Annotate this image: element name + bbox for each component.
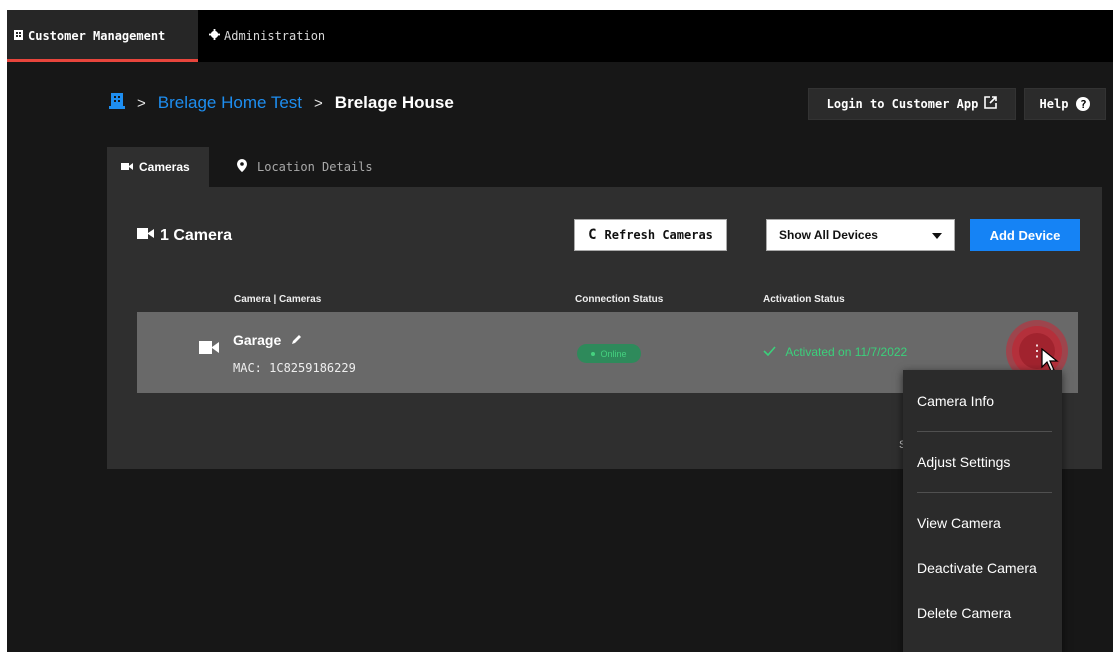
camera-mac: MAC: 1C8259186229 (233, 361, 356, 375)
pencil-icon[interactable] (291, 332, 302, 348)
breadcrumb-link[interactable]: Brelage Home Test (158, 93, 302, 113)
column-header-activation: Activation Status (763, 294, 845, 305)
button-label: Add Device (989, 227, 1061, 243)
camera-icon (199, 340, 219, 360)
add-device-button[interactable]: Add Device (970, 219, 1080, 251)
button-label: Refresh Cameras (604, 228, 713, 242)
status-badge: Online (577, 344, 641, 363)
camera-count-label: 1 Camera (160, 227, 233, 244)
status-label: Online (600, 348, 627, 359)
location-pin-icon (237, 159, 247, 175)
chevron-down-icon (932, 228, 942, 242)
device-filter-select[interactable]: Show All Devices (766, 219, 955, 251)
tab-label: Location Details (257, 160, 373, 174)
button-label: Login to Customer App (826, 97, 979, 111)
tab-label: Customer Management (28, 29, 166, 43)
top-navigation: Customer Management Administration (7, 10, 1113, 62)
breadcrumb-separator: > (314, 94, 323, 112)
external-link-icon (984, 96, 998, 112)
tab-administration[interactable]: Administration (209, 10, 349, 62)
breadcrumb-separator: > (137, 94, 146, 112)
status-dot-icon (591, 351, 596, 356)
camera-icon (121, 160, 133, 174)
refresh-cameras-button[interactable]: C Refresh Cameras (574, 219, 727, 251)
active-tab-indicator (7, 59, 198, 62)
camera-name-label: Garage (233, 332, 282, 348)
help-button[interactable]: Help ? (1024, 88, 1106, 120)
select-value: Show All Devices (779, 228, 878, 242)
gear-icon (209, 29, 220, 43)
checkmark-icon (763, 345, 779, 359)
activation-label: Activated on 11/7/2022 (785, 345, 908, 359)
building-icon[interactable] (109, 92, 125, 115)
menu-item-delete-camera[interactable]: Delete Camera (917, 605, 1011, 621)
tab-cameras[interactable]: Cameras (107, 147, 209, 187)
camera-icon (137, 227, 154, 245)
row-actions-menu: Camera Info Adjust Settings View Camera … (903, 370, 1062, 652)
refresh-icon: C (588, 227, 597, 243)
question-icon: ? (1076, 97, 1091, 111)
activation-status: Activated on 11/7/2022 (763, 345, 907, 359)
menu-item-deactivate-camera[interactable]: Deactivate Camera (917, 560, 1037, 576)
tab-label: Administration (224, 29, 326, 43)
tab-label: Cameras (139, 160, 190, 174)
button-label: Help (1039, 97, 1069, 111)
menu-item-adjust-settings[interactable]: Adjust Settings (917, 454, 1010, 470)
app-window: Customer Management Administration > Bre… (7, 10, 1113, 652)
tab-location-details[interactable]: Location Details (223, 147, 393, 187)
menu-divider (917, 492, 1052, 493)
menu-item-view-camera[interactable]: View Camera (917, 515, 1001, 531)
column-header-connection: Connection Status (575, 294, 664, 305)
menu-item-camera-info[interactable]: Camera Info (917, 393, 994, 409)
breadcrumb: > Brelage Home Test > Brelage House (109, 92, 454, 114)
camera-count: 1 Camera (137, 227, 232, 245)
login-customer-app-button[interactable]: Login to Customer App (808, 88, 1016, 120)
camera-name: Garage (233, 332, 302, 348)
tab-customer-management[interactable]: Customer Management (7, 10, 198, 62)
column-header-camera: Camera | Cameras (234, 294, 322, 305)
building-icon (13, 29, 24, 43)
breadcrumb-current: Brelage House (334, 93, 454, 112)
menu-divider (917, 431, 1052, 432)
